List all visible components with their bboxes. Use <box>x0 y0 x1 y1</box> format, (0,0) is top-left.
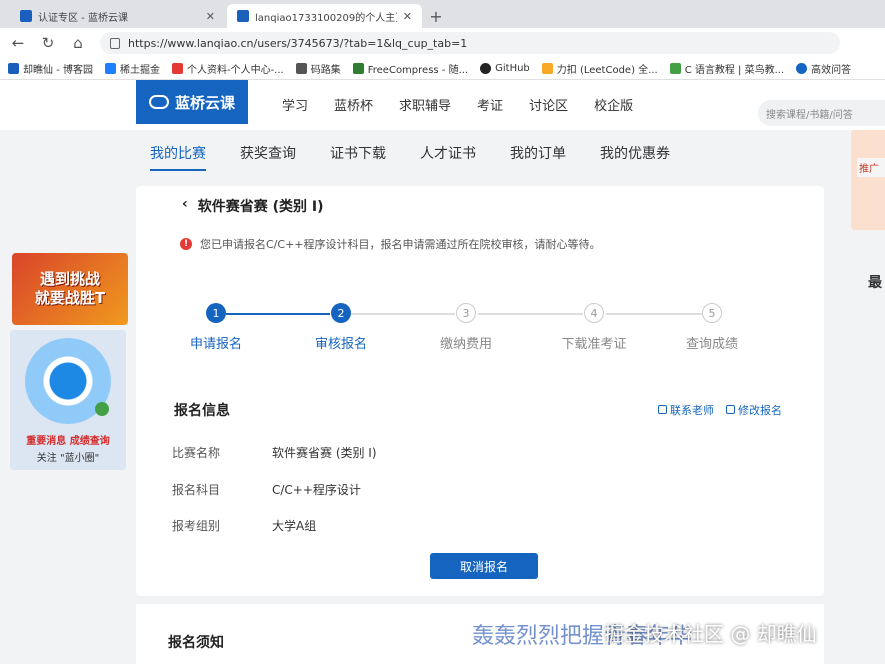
bookmark-item[interactable]: GitHub <box>480 63 530 74</box>
nav-item[interactable]: 讨论区 <box>529 95 568 114</box>
bookmark-icon <box>104 63 116 74</box>
site-search-input[interactable]: 搜索课程/书籍/问答 <box>758 100 885 126</box>
url-text: https://www.lanqiao.cn/users/3745673/?ta… <box>128 36 468 50</box>
bookmark-icon <box>541 63 553 74</box>
close-tab-icon[interactable]: ✕ <box>206 10 215 23</box>
tab-title: lanqiao1733100209的个人主页 - <box>255 12 397 24</box>
bookmarks-bar: 却瞧仙 - 博客园 稀土掘金 个人资料-个人中心-... 码路集 FreeCom… <box>0 58 885 80</box>
review-notice: ! 您已申请报名C/C++程序设计科目，报名申请需通过所在院校审核，请耐心等待。 <box>180 236 601 252</box>
info-key: 比赛名称 <box>172 446 221 460</box>
qr-follow-text: 关注 "蓝小圈" <box>36 453 100 464</box>
registration-notes-heading: 报名须知 <box>168 635 224 651</box>
edit-icon <box>726 405 735 414</box>
info-value: 大学A组 <box>272 519 317 533</box>
nav-item[interactable]: 校企版 <box>594 95 633 114</box>
contest-detail-card: ‹ 软件赛省赛 (类别 I) ! 您已申请报名C/C++程序设计科目，报名申请需… <box>136 186 824 596</box>
bookmark-item[interactable]: 码路集 <box>295 61 341 76</box>
bookmark-item[interactable]: C 语言教程 | 菜鸟教... <box>669 61 784 76</box>
credit-watermark: 掘金技术社区 @ 却瞧仙 <box>604 622 817 646</box>
info-row: 比赛名称 软件赛省赛 (类别 I) <box>172 444 377 461</box>
main-nav: 学习 蓝桥杯 求职辅导 考证 讨论区 校企版 <box>282 95 633 114</box>
info-value: C/C++程序设计 <box>272 483 361 497</box>
registration-actions: 联系老师 修改报名 <box>658 402 782 418</box>
step-payment: 3 缴纳费用 <box>416 303 516 352</box>
contest-header[interactable]: ‹ 软件赛省赛 (类别 I) <box>182 196 324 216</box>
right-side-ad[interactable]: 推广 <box>851 130 885 230</box>
reload-icon[interactable]: ↻ <box>40 34 56 52</box>
nav-item[interactable]: 学习 <box>282 95 308 114</box>
bookmark-item[interactable]: 高效问答 <box>796 61 851 76</box>
tab-award-query[interactable]: 获奖查询 <box>240 143 296 163</box>
new-tab-button[interactable]: + <box>424 4 448 28</box>
qr-caption: 重要消息 成绩查询 <box>26 436 110 447</box>
info-value: 软件赛省赛 (类别 I) <box>272 446 377 460</box>
lock-icon <box>110 37 120 49</box>
qr-code-ad[interactable]: 重要消息 成绩查询 关注 "蓝小圈" <box>10 330 126 470</box>
site-logo[interactable]: 蓝桥云课 <box>136 80 248 124</box>
bookmark-item[interactable]: 稀土掘金 <box>104 61 160 76</box>
registration-info-heading: 报名信息 <box>174 403 230 419</box>
back-arrow-icon[interactable]: ← <box>10 34 26 52</box>
github-icon <box>480 63 492 74</box>
tab-my-orders[interactable]: 我的订单 <box>510 143 566 163</box>
registration-steps: 1 申请报名 2 审核报名 3 缴纳费用 4 下载准考证 5 查询成绩 <box>190 303 738 353</box>
tab-title: 认证专区 - 蓝桥云课 <box>38 12 128 24</box>
sub-nav: 我的比赛 获奖查询 证书下载 人才证书 我的订单 我的优惠券 <box>136 130 836 176</box>
site-header: 蓝桥云课 学习 蓝桥杯 求职辅导 考证 讨论区 校企版 搜索课程/书籍/问答 <box>0 80 885 130</box>
address-bar: ← ↻ ⌂ https://www.lanqiao.cn/users/37456… <box>0 28 885 58</box>
home-icon[interactable]: ⌂ <box>70 34 86 52</box>
info-key: 报名科目 <box>172 483 221 497</box>
chevron-left-icon[interactable]: ‹ <box>182 196 188 216</box>
url-field[interactable]: https://www.lanqiao.cn/users/3745673/?ta… <box>100 32 840 54</box>
nav-item[interactable]: 求职辅导 <box>399 95 451 114</box>
cancel-registration-button[interactable]: 取消报名 <box>430 553 538 579</box>
bookmark-item[interactable]: 力扣 (LeetCode) 全... <box>541 61 658 76</box>
challenge-banner-ad[interactable]: 遇到挑战 就要战胜T <box>12 253 128 325</box>
step-results: 5 查询成绩 <box>662 303 762 352</box>
tab-favicon-icon <box>237 10 249 22</box>
notice-text: 您已申请报名C/C++程序设计科目，报名申请需通过所在院校审核，请耐心等待。 <box>200 238 601 251</box>
close-tab-icon[interactable]: ✕ <box>403 10 412 23</box>
bookmark-icon <box>669 63 681 74</box>
wechat-icon <box>95 402 109 416</box>
bookmark-icon <box>295 63 307 74</box>
tab-my-contests[interactable]: 我的比赛 <box>150 143 206 171</box>
bookmark-icon <box>796 63 808 74</box>
bookmark-item[interactable]: 却瞧仙 - 博客园 <box>8 61 93 76</box>
tab-talent-certificate[interactable]: 人才证书 <box>420 143 476 163</box>
bookmark-icon <box>171 63 183 74</box>
info-key: 报考组别 <box>172 519 221 533</box>
browser-tab[interactable]: 认证专区 - 蓝桥云课 ✕ <box>10 4 225 28</box>
info-row: 报考组别 大学A组 <box>172 517 316 534</box>
contact-teacher-link[interactable]: 联系老师 <box>658 402 714 418</box>
nav-item[interactable]: 考证 <box>477 95 503 114</box>
bookmark-icon <box>352 63 364 74</box>
right-side-heading: 最 <box>868 275 882 291</box>
step-review: 2 审核报名 <box>291 303 391 352</box>
edit-registration-link[interactable]: 修改报名 <box>726 402 782 418</box>
browser-tab-active[interactable]: lanqiao1733100209的个人主页 - ✕ <box>227 4 422 28</box>
bookmark-item[interactable]: FreeCompress - 随... <box>352 61 468 76</box>
tab-favicon-icon <box>20 10 32 22</box>
info-row: 报名科目 C/C++程序设计 <box>172 481 361 498</box>
bookmark-icon <box>8 63 19 74</box>
nav-item[interactable]: 蓝桥杯 <box>334 95 373 114</box>
alert-icon: ! <box>180 238 192 250</box>
step-apply: 1 申请报名 <box>166 303 266 352</box>
contest-title: 软件赛省赛 (类别 I) <box>197 199 324 215</box>
step-admission-ticket: 4 下载准考证 <box>544 303 644 352</box>
bookmark-item[interactable]: 个人资料-个人中心-... <box>171 61 284 76</box>
link-icon <box>658 405 667 414</box>
qr-code-icon <box>25 338 111 424</box>
tab-certificate-download[interactable]: 证书下载 <box>330 143 386 163</box>
tab-my-coupons[interactable]: 我的优惠券 <box>600 143 670 163</box>
browser-tab-bar: 认证专区 - 蓝桥云课 ✕ lanqiao1733100209的个人主页 - ✕… <box>0 0 885 28</box>
logo-icon <box>148 95 169 109</box>
